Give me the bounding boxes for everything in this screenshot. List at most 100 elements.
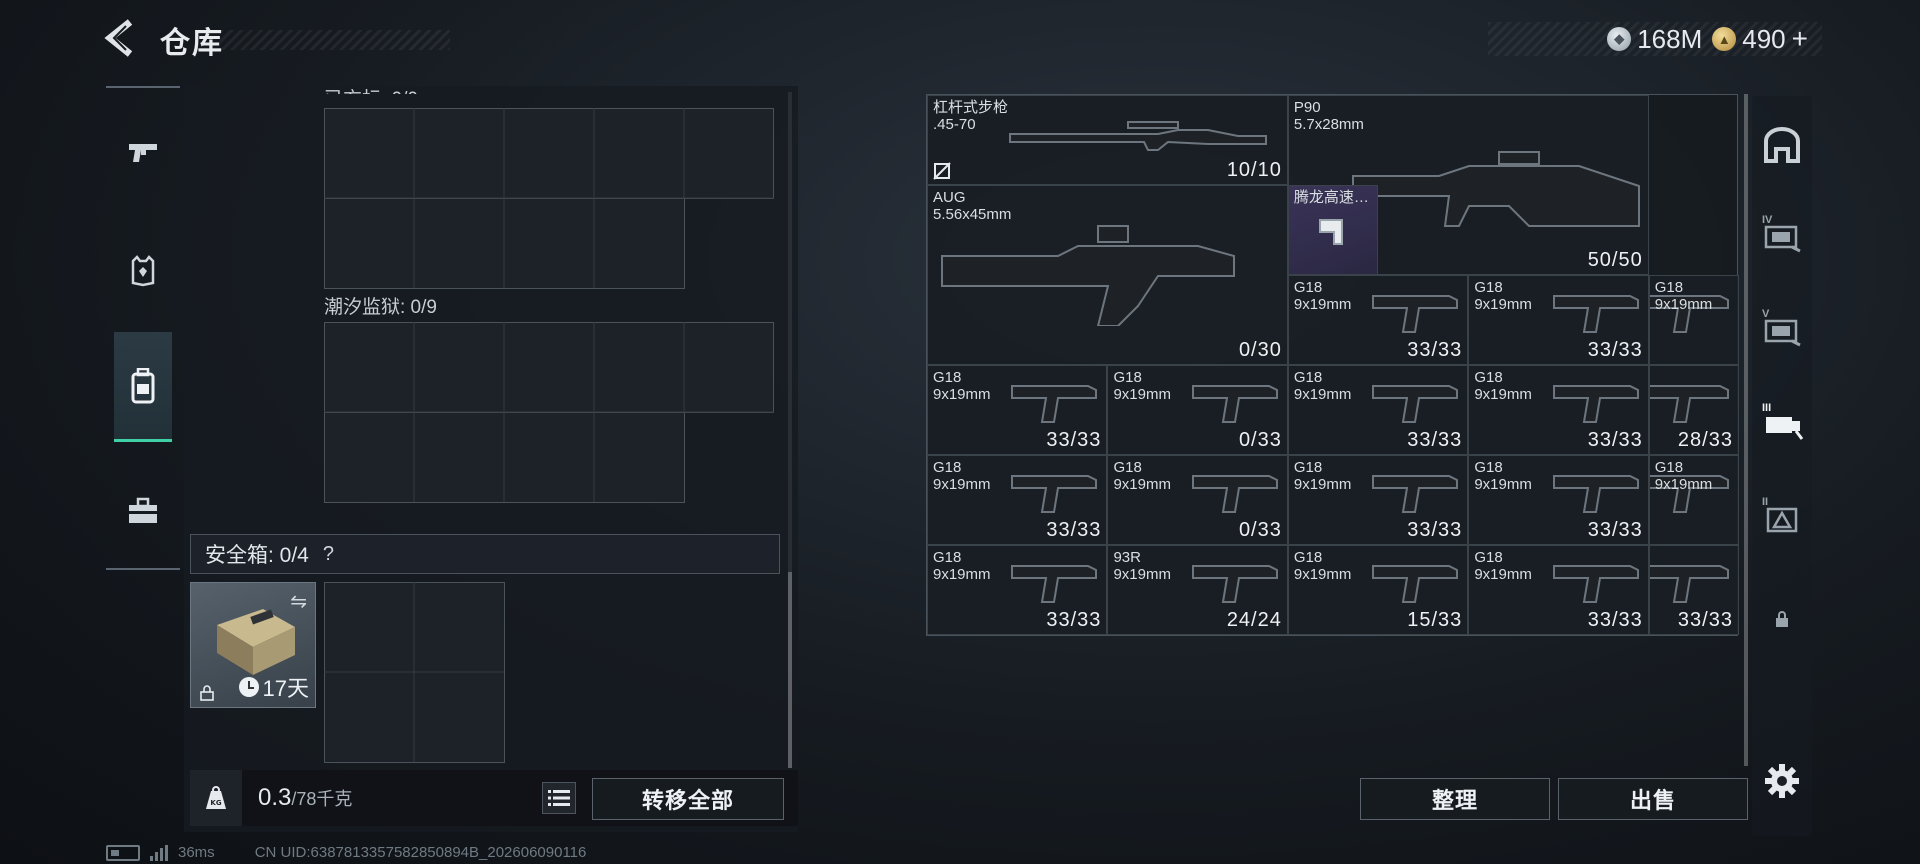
stash-item[interactable]: G18 9x19mm 33/33 bbox=[927, 545, 1108, 635]
item-ammo: 9x19mm bbox=[1654, 476, 1713, 493]
stash-item[interactable]: G18 9x19mm bbox=[1648, 275, 1739, 365]
container-2-grid[interactable] bbox=[324, 322, 774, 504]
scrollbar-thumb[interactable] bbox=[788, 572, 792, 768]
stash-item[interactable]: G18 9x19mm 33/33 bbox=[927, 365, 1108, 455]
weapon-icon bbox=[1372, 565, 1459, 603]
tier-label: II bbox=[1762, 496, 1769, 508]
tab-weapons[interactable] bbox=[106, 110, 180, 196]
item-ammo: 9x19mm bbox=[933, 566, 991, 583]
item-ammo: 9x19mm bbox=[933, 476, 991, 493]
back-arrow-icon[interactable] bbox=[104, 18, 140, 58]
item-count: 33/33 bbox=[1046, 519, 1102, 541]
item-name: G18 bbox=[1474, 279, 1503, 296]
backpack-scrollbar[interactable] bbox=[788, 92, 792, 768]
item-count: 0/33 bbox=[1238, 519, 1282, 541]
item-name: G18 bbox=[1474, 369, 1503, 386]
item-name: 腾龙高速… bbox=[1293, 189, 1369, 206]
item-name: P90 bbox=[1293, 99, 1321, 116]
scrollbar-thumb[interactable] bbox=[1744, 94, 1748, 766]
item-name: G18 bbox=[933, 369, 962, 386]
stash-item[interactable]: G18 9x19mm 0/33 bbox=[1107, 455, 1288, 545]
weapon-icon bbox=[941, 225, 1235, 326]
stash-item[interactable]: G18 9x19mm 15/33 bbox=[1287, 545, 1469, 635]
stash-item[interactable]: 杠杆式步枪 .45-70 10/10 bbox=[927, 95, 1288, 185]
attachment-icon bbox=[1318, 219, 1343, 245]
silver-coin-icon: ◆ bbox=[1607, 27, 1632, 51]
list-view-button[interactable] bbox=[542, 782, 576, 814]
container-1-grid[interactable] bbox=[324, 108, 774, 290]
item-ammo: 9x19mm bbox=[933, 386, 991, 403]
item-ammo: 9x19mm bbox=[1113, 476, 1171, 493]
stash-item[interactable]: G18 9x19mm 33/33 bbox=[1287, 275, 1469, 365]
item-ammo: 9x19mm bbox=[1654, 296, 1713, 313]
sort-button[interactable]: 整理 bbox=[1360, 778, 1550, 820]
silver-currency: ◆ 168M bbox=[1607, 24, 1702, 55]
backpack-icon bbox=[131, 367, 155, 403]
weapon-icon bbox=[1552, 565, 1639, 603]
uid-text: CN UID:6387813357582850894B_202606090116 bbox=[254, 844, 587, 861]
item-count: 10/10 bbox=[1226, 159, 1282, 181]
stash-tabs: IV V III II bbox=[1752, 96, 1812, 836]
silver-amount: 168M bbox=[1637, 23, 1703, 54]
stash-item[interactable]: G18 9x19mm 0/33 bbox=[1107, 365, 1288, 455]
add-currency-button[interactable]: + bbox=[1792, 23, 1808, 55]
container-1-label: 已充标: 0/0 bbox=[324, 84, 418, 94]
weapon-icon bbox=[1552, 385, 1639, 423]
tier-label: V bbox=[1762, 308, 1770, 320]
stash-item[interactable]: 28/33 bbox=[1648, 365, 1739, 455]
safe-box-duration: 17天 bbox=[238, 671, 309, 703]
current-weight: 0.3 bbox=[258, 784, 292, 811]
stash-item[interactable]: G18 9x19mm 33/33 bbox=[1287, 455, 1469, 545]
stash-item[interactable]: G18 9x19mm 33/33 bbox=[1468, 365, 1649, 455]
max-weight: /78千克 bbox=[291, 789, 353, 809]
item-count: 0/33 bbox=[1238, 429, 1282, 451]
tab-stash-tier-5[interactable]: V bbox=[1752, 296, 1812, 366]
stash-item[interactable]: G18 9x19mm 33/33 bbox=[1468, 545, 1649, 635]
safe-box-item[interactable]: ⇋ 17天 bbox=[190, 582, 316, 708]
container-2-label: 潮汐监狱: 0/9 bbox=[324, 297, 437, 318]
weapon-icon bbox=[1009, 121, 1267, 151]
item-count: 33/33 bbox=[1587, 339, 1643, 361]
item-ammo: 9x19mm bbox=[1113, 566, 1171, 583]
swap-icon[interactable]: ⇋ bbox=[290, 589, 307, 614]
stash-item[interactable]: 腾龙高速… bbox=[1287, 185, 1379, 275]
help-icon[interactable]: ? bbox=[323, 543, 334, 566]
stash-item[interactable]: G18 9x19mm bbox=[1648, 455, 1739, 545]
sell-button[interactable]: 出售 bbox=[1558, 778, 1748, 820]
weapon-icon bbox=[1649, 565, 1729, 603]
tab-stash-tier-3[interactable]: III bbox=[1752, 390, 1812, 460]
item-count: 33/33 bbox=[1587, 519, 1643, 541]
pistol-icon bbox=[129, 144, 157, 162]
status-row: 36ms CN UID:6387813357582850894B_2026060… bbox=[106, 844, 586, 861]
tab-armor[interactable] bbox=[106, 228, 180, 314]
tab-stash-tier-2[interactable]: II bbox=[1752, 484, 1812, 554]
tab-vault[interactable] bbox=[1752, 110, 1812, 180]
stash-scrollbar[interactable] bbox=[1744, 94, 1748, 766]
weapon-icon bbox=[1552, 295, 1639, 333]
item-ammo: 9x19mm bbox=[1293, 386, 1352, 403]
gear-icon bbox=[1765, 764, 1799, 798]
tab-toolbox[interactable] bbox=[106, 468, 180, 554]
weapon-icon bbox=[1372, 385, 1459, 423]
stash-item[interactable]: 93R 9x19mm 24/24 bbox=[1107, 545, 1288, 635]
tab-backpack[interactable] bbox=[114, 332, 172, 442]
stash-item[interactable]: G18 9x19mm 33/33 bbox=[1468, 275, 1649, 365]
stash-item[interactable]: 33/33 bbox=[1648, 545, 1739, 635]
weapon-icon bbox=[1011, 565, 1098, 603]
item-name: G18 bbox=[1654, 279, 1684, 296]
item-count: 33/33 bbox=[1407, 429, 1463, 451]
safe-box-grid[interactable] bbox=[324, 582, 506, 764]
stash-item[interactable]: G18 9x19mm 33/33 bbox=[927, 455, 1108, 545]
weapon-icon bbox=[1011, 385, 1098, 423]
stash-item[interactable]: G18 9x19mm 33/33 bbox=[1287, 365, 1469, 455]
vault-icon bbox=[1764, 127, 1800, 163]
item-ammo: 9x19mm bbox=[1293, 296, 1352, 313]
stash-item[interactable]: AUG 5.56x45mm 0/30 bbox=[927, 185, 1288, 365]
item-count: 50/50 bbox=[1587, 249, 1643, 271]
stash-item[interactable]: G18 9x19mm 33/33 bbox=[1468, 455, 1649, 545]
transfer-all-button[interactable]: 转移全部 bbox=[592, 778, 784, 820]
tab-locked[interactable] bbox=[1752, 584, 1812, 654]
settings-button[interactable] bbox=[1752, 746, 1812, 816]
tab-stash-tier-4[interactable]: IV bbox=[1752, 202, 1812, 272]
item-name: G18 bbox=[1293, 279, 1323, 296]
